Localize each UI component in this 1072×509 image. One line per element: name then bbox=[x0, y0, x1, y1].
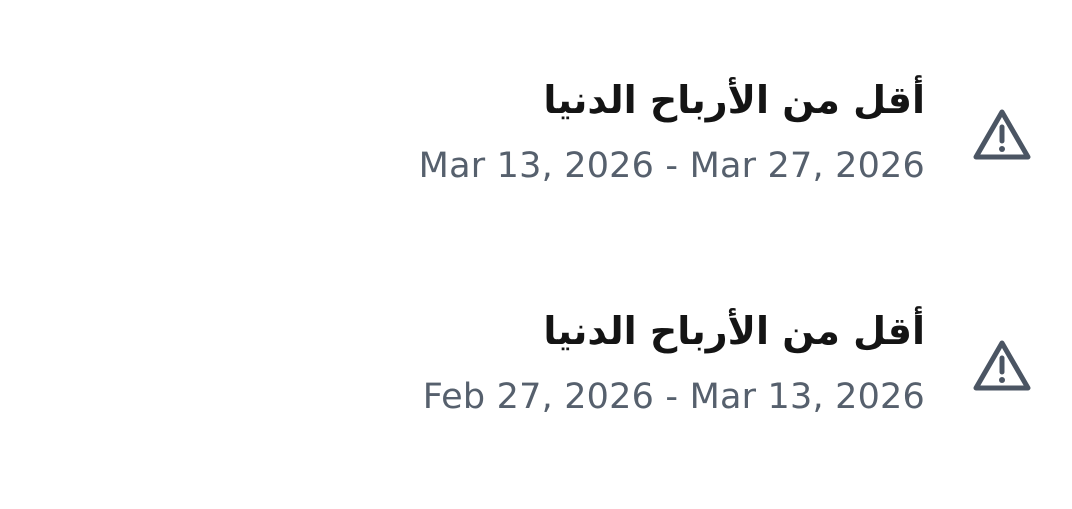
alert-list-item[interactable]: أقل من الأرباح الدنيا Mar 13, 2026 - Mar… bbox=[0, 63, 1072, 213]
alert-date-range: Mar 13, 2026 - Mar 27, 2026 bbox=[418, 146, 925, 186]
warning-icon bbox=[971, 338, 1033, 394]
alert-list-item[interactable]: أقل من الأرباح الدنيا Feb 27, 2026 - Mar… bbox=[0, 294, 1072, 444]
alert-title: أقل من الأرباح الدنيا bbox=[543, 78, 925, 122]
alert-date-range: Feb 27, 2026 - Mar 13, 2026 bbox=[422, 377, 925, 417]
alert-text: أقل من الأرباح الدنيا Mar 13, 2026 - Mar… bbox=[225, 63, 925, 189]
alert-title: أقل من الأرباح الدنيا bbox=[543, 309, 925, 353]
alerts-list: أقل من الأرباح الدنيا Mar 13, 2026 - Mar… bbox=[0, 0, 1072, 509]
alert-text: أقل من الأرباح الدنيا Feb 27, 2026 - Mar… bbox=[225, 294, 925, 420]
warning-icon bbox=[971, 107, 1033, 163]
